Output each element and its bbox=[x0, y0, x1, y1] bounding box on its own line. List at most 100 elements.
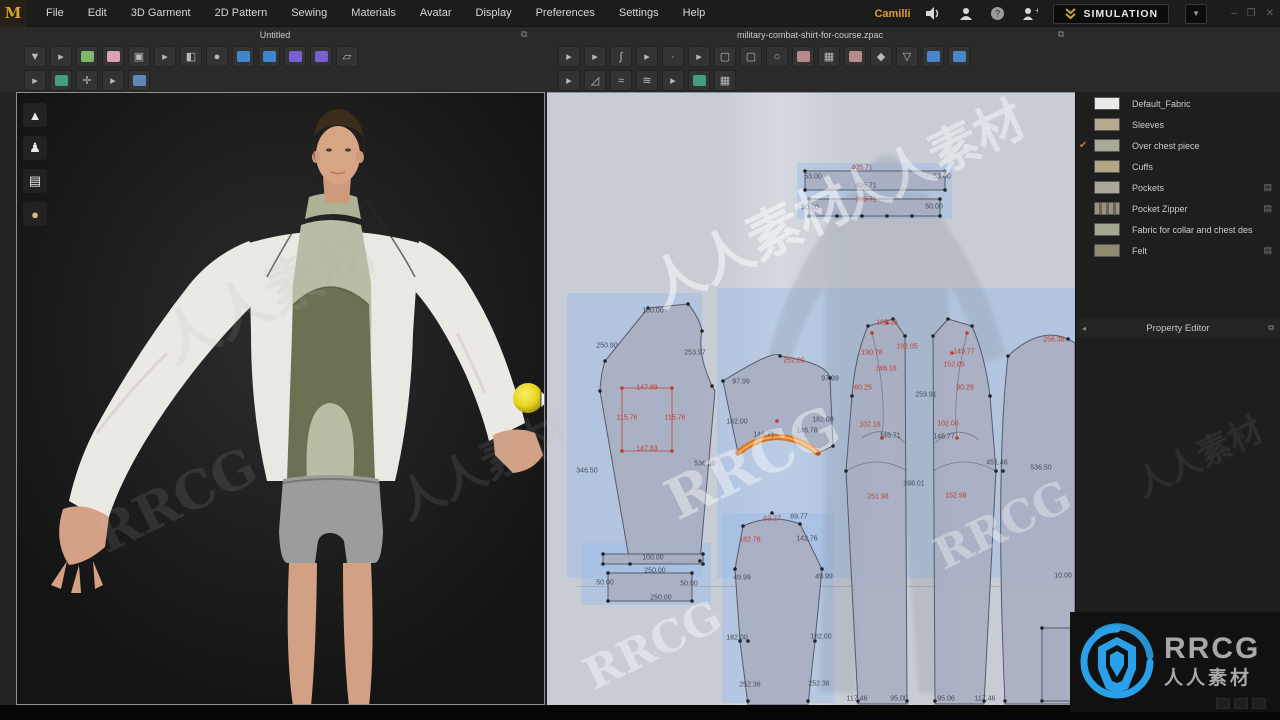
shirt-blue-tool-1-icon[interactable] bbox=[232, 46, 254, 67]
add-polygon-tool-icon[interactable]: ▸ bbox=[688, 46, 710, 67]
edit-curve-point-tool-icon[interactable]: ▸ bbox=[636, 46, 658, 67]
edit-pattern-tool-icon[interactable]: ▸ bbox=[584, 46, 606, 67]
grid-blue-tool-2-icon[interactable] bbox=[948, 46, 970, 67]
property-editor-header: ◂ Property Editor ⧉ bbox=[1076, 319, 1280, 337]
menu-item-settings[interactable]: Settings bbox=[607, 0, 671, 27]
footer-stamp-boxes bbox=[1216, 698, 1266, 709]
collapse-icon-2[interactable]: ◂ bbox=[1082, 324, 1086, 333]
notch-tool-icon[interactable]: ▽ bbox=[896, 46, 918, 67]
shirt-pink-tool-icon[interactable] bbox=[102, 46, 124, 67]
menu-item-preferences[interactable]: Preferences bbox=[524, 0, 607, 27]
dart-diamond-tool-icon[interactable]: ◆ bbox=[870, 46, 892, 67]
grid-blue-tool-1-icon[interactable] bbox=[922, 46, 944, 67]
board-blue-tool-icon[interactable] bbox=[128, 70, 150, 91]
measurement-label: 152.05 bbox=[943, 361, 965, 369]
menu-item-sewing[interactable]: Sewing bbox=[279, 0, 339, 27]
measurement-label: 50.00 bbox=[680, 580, 698, 588]
texture-grid-tool-icon[interactable] bbox=[688, 70, 710, 91]
pin-tool-icon[interactable]: ▸ bbox=[154, 46, 176, 67]
menu-item-file[interactable]: File bbox=[34, 0, 76, 27]
close-button[interactable]: ✕ bbox=[1266, 8, 1274, 19]
pen-purple-tool-icon[interactable] bbox=[284, 46, 306, 67]
show-avatar-toggle-icon[interactable]: ♟ bbox=[23, 136, 47, 160]
fabric-row[interactable]: Cuffs bbox=[1076, 156, 1280, 177]
arm-pose-tool-icon[interactable]: ▱ bbox=[336, 46, 358, 67]
menu-item-3d-garment[interactable]: 3D Garment bbox=[119, 0, 203, 27]
fold-arrangement-tool-icon[interactable]: ◧ bbox=[180, 46, 202, 67]
fabric-row[interactable]: Default_Fabric bbox=[1076, 93, 1280, 114]
edit-curvature-tool-icon[interactable]: ∫ bbox=[610, 46, 632, 67]
account-name[interactable]: Camilli bbox=[874, 8, 910, 20]
fabric-name: Felt bbox=[1132, 245, 1148, 256]
avatar-display-tool-icon[interactable]: ● bbox=[206, 46, 228, 67]
shirt-blue-tool-2-icon[interactable] bbox=[258, 46, 280, 67]
add-rounded-rect-tool-icon[interactable]: ▢ bbox=[740, 46, 762, 67]
user-icon[interactable] bbox=[957, 5, 975, 23]
multi-segment-sewing-tool-icon[interactable]: ≈ bbox=[610, 70, 632, 91]
minimize-button[interactable]: – bbox=[1231, 8, 1237, 19]
measurement-label: 185.36 bbox=[876, 319, 898, 327]
garment-save-tool-icon[interactable]: ▣ bbox=[128, 46, 150, 67]
add-rectangle-tool-icon[interactable]: ▢ bbox=[714, 46, 736, 67]
measurement-label: 182.76 bbox=[739, 536, 761, 544]
measurement-label: 69.77 bbox=[790, 513, 808, 521]
simulation-chevrons-icon bbox=[1064, 8, 1076, 20]
simulation-button[interactable]: SIMULATION bbox=[1052, 3, 1170, 24]
fabric-texture-icon[interactable]: ▤ bbox=[1263, 203, 1272, 214]
fabric-check-icon: ✔ bbox=[1079, 140, 1088, 151]
viewport-2d[interactable]: 405.71 53.00 53.00 405.71 399.71 50.00 50.00 10… bbox=[547, 92, 1075, 705]
free-sewing-tool-icon[interactable]: ◿ bbox=[584, 70, 606, 91]
menu-item-2d-pattern[interactable]: 2D Pattern bbox=[203, 0, 280, 27]
fabric-texture-icon[interactable]: ▤ bbox=[1263, 182, 1272, 193]
multi-free-sewing-tool-icon[interactable]: ≋ bbox=[636, 70, 658, 91]
menu-item-avatar[interactable]: Avatar bbox=[408, 0, 464, 27]
pattern-grid-tool-icon[interactable]: ▦ bbox=[818, 46, 840, 67]
svg-text:+: + bbox=[1035, 7, 1038, 15]
transform-pattern-tool-icon[interactable]: ▸ bbox=[558, 46, 580, 67]
select-grid-tool-icon[interactable]: ▸ bbox=[24, 70, 46, 91]
menu-item-help[interactable]: Help bbox=[671, 0, 718, 27]
toolbar-3d-row1: ▼ ▸ ▣ ▸ ◧ ● ▱ bbox=[24, 46, 358, 67]
panel-popout-icon-2[interactable]: ⧉ bbox=[1268, 323, 1274, 333]
show-arrangement-toggle-icon[interactable]: ▤ bbox=[23, 169, 47, 193]
fabric-row[interactable]: Sleeves bbox=[1076, 114, 1280, 135]
board-select-tool-icon[interactable]: ▸ bbox=[102, 70, 124, 91]
menu-item-materials[interactable]: Materials bbox=[339, 0, 408, 27]
invite-user-icon[interactable]: + bbox=[1021, 5, 1039, 23]
add-point-tool-icon[interactable]: · bbox=[662, 46, 684, 67]
move-cross-tool-icon[interactable]: ✛ bbox=[76, 70, 98, 91]
select-texture-tool-icon[interactable]: ▸ bbox=[662, 70, 684, 91]
viewport-3d[interactable]: ▲ ♟ ▤ ● bbox=[16, 92, 545, 705]
fabric-row[interactable]: Fabric for collar and chest des bbox=[1076, 219, 1280, 240]
circle-purple-tool-icon[interactable] bbox=[310, 46, 332, 67]
grid-green-tool-icon[interactable] bbox=[50, 70, 72, 91]
measurement-label: 117.46 bbox=[846, 695, 868, 703]
app-logo[interactable]: M bbox=[0, 0, 26, 27]
pattern-image-tool-icon[interactable] bbox=[844, 46, 866, 67]
measurement-label: 53.00 bbox=[804, 173, 822, 181]
fabric-row[interactable]: Felt ▤ bbox=[1076, 240, 1280, 261]
fabric-row[interactable]: ✔ Over chest piece bbox=[1076, 135, 1280, 156]
select-move-tool-icon[interactable]: ▸ bbox=[50, 46, 72, 67]
fabric-row[interactable]: Pockets ▤ bbox=[1076, 177, 1280, 198]
fabric-texture-icon[interactable]: ▤ bbox=[1263, 245, 1272, 256]
simulation-dropdown[interactable]: ▼ bbox=[1185, 3, 1208, 24]
speaker-icon[interactable] bbox=[925, 5, 943, 23]
menu-item-display[interactable]: Display bbox=[464, 0, 524, 27]
fabric-swatch bbox=[1094, 97, 1120, 110]
menu-item-edit[interactable]: Edit bbox=[76, 0, 119, 27]
view3d-popout-icon[interactable]: ⧉ bbox=[521, 29, 527, 40]
view2d-popout-icon[interactable]: ⧉ bbox=[1058, 29, 1064, 40]
shirt-green-tool-icon[interactable] bbox=[76, 46, 98, 67]
show-sphere-toggle-icon[interactable]: ● bbox=[23, 202, 47, 226]
show-garment-toggle-icon[interactable]: ▲ bbox=[23, 103, 47, 127]
segment-sewing-tool-icon[interactable]: ▸ bbox=[558, 70, 580, 91]
texture-move-tool-icon[interactable]: ▦ bbox=[714, 70, 736, 91]
pattern-copy-tool-icon[interactable] bbox=[792, 46, 814, 67]
fabric-row[interactable]: Pocket Zipper ▤ bbox=[1076, 198, 1280, 219]
add-circle-tool-icon[interactable]: ○ bbox=[766, 46, 788, 67]
sync-down-arrow-icon[interactable]: ▼ bbox=[24, 46, 46, 67]
help-icon[interactable]: ? bbox=[989, 5, 1007, 23]
maximize-button[interactable]: ❐ bbox=[1247, 8, 1256, 19]
fabric-swatch bbox=[1094, 244, 1120, 257]
